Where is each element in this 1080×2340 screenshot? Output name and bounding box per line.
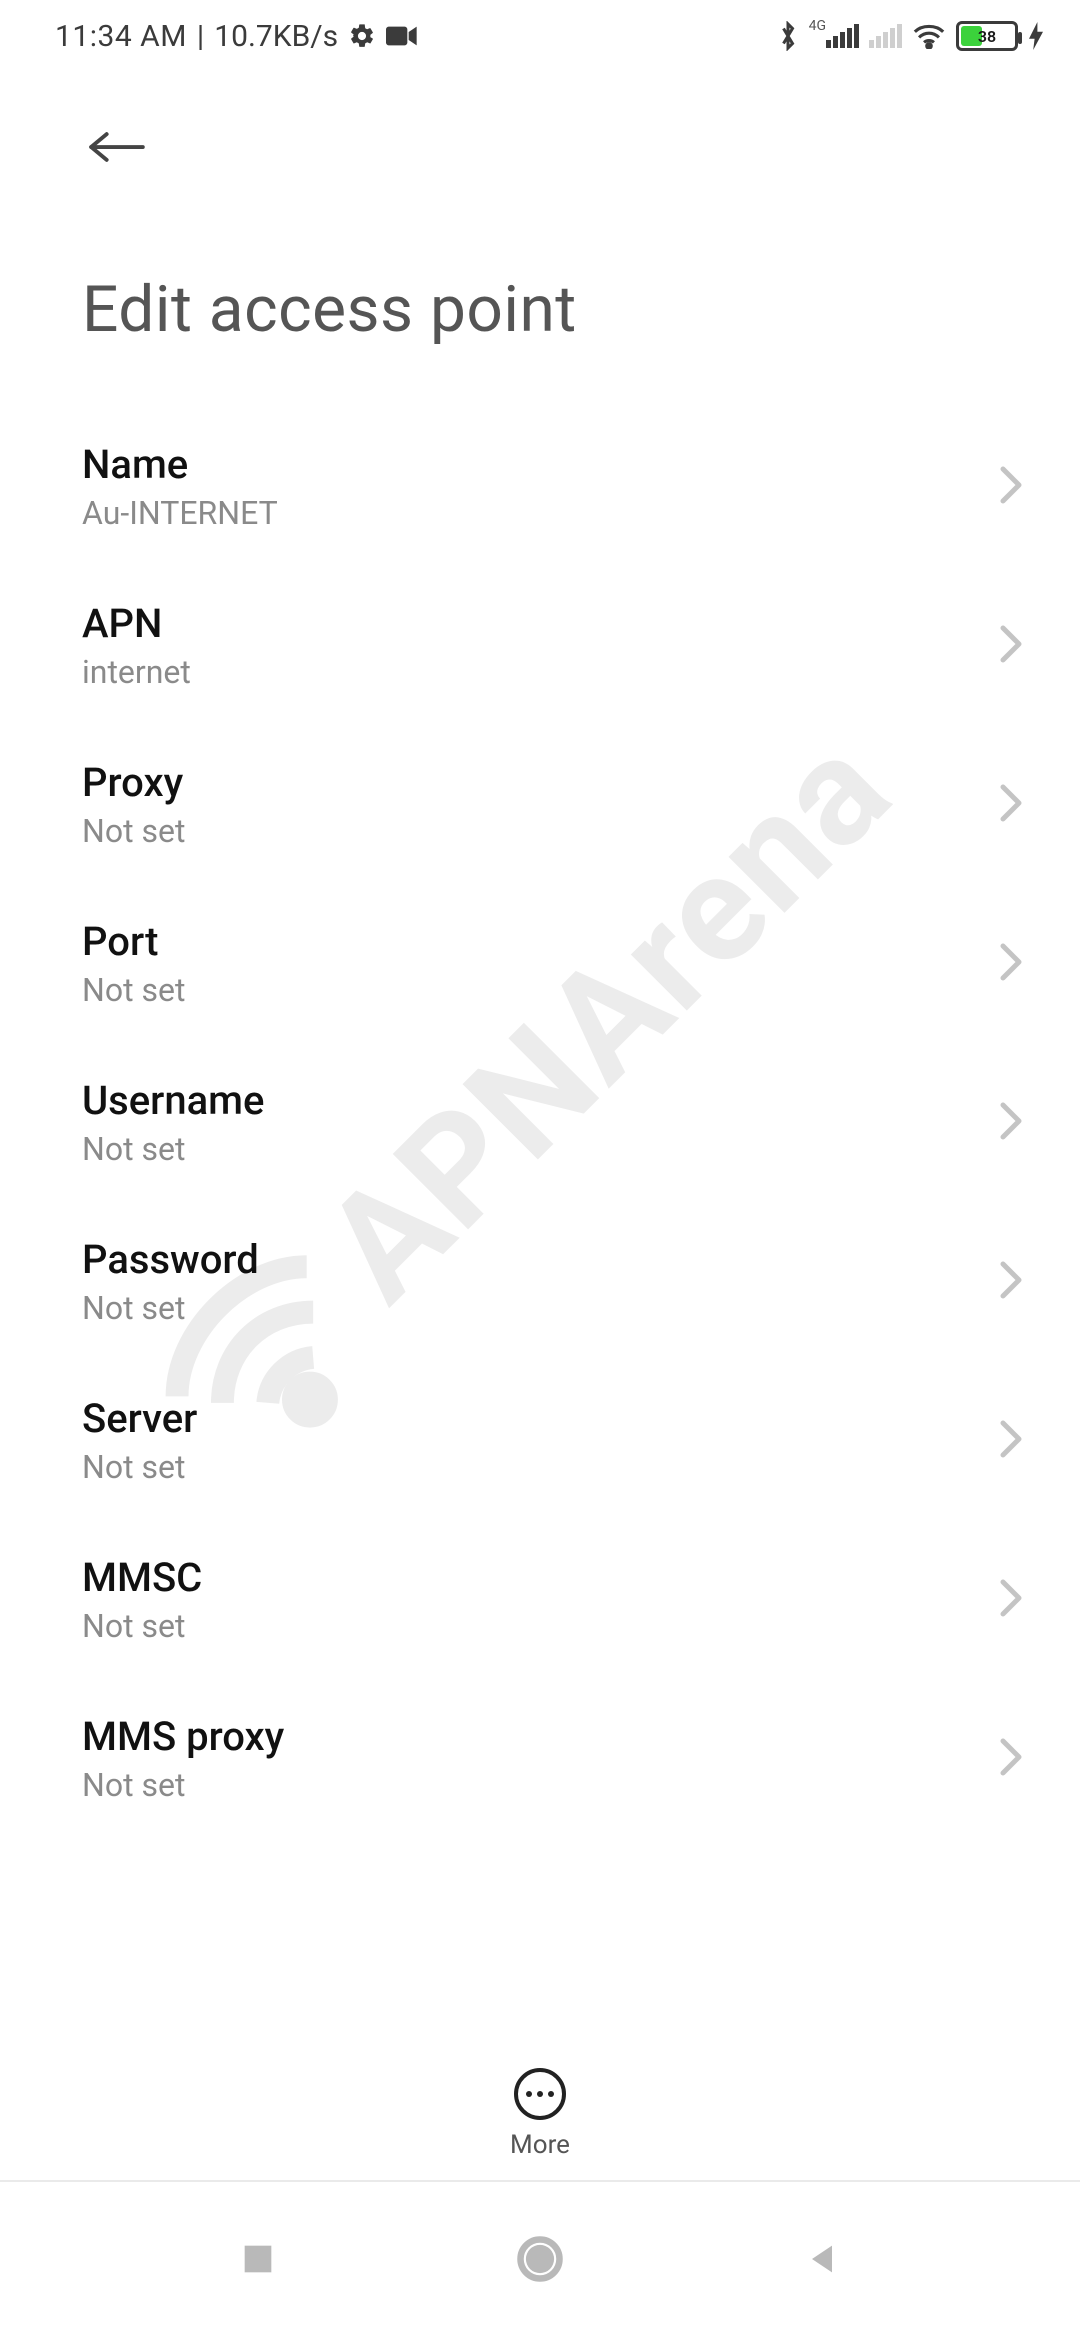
row-text: Proxy Not set — [82, 759, 185, 850]
header — [0, 72, 1080, 202]
row-text: APN internet — [82, 600, 191, 691]
page-title: Edit access point — [0, 202, 1080, 407]
row-text: Server Not set — [82, 1395, 197, 1486]
more-horizontal-icon — [514, 2068, 566, 2120]
bluetooth-icon — [777, 21, 799, 51]
status-separator: | — [197, 19, 204, 54]
battery-icon: 38 — [956, 21, 1018, 51]
back-button[interactable] — [82, 112, 152, 182]
row-label: MMS proxy — [82, 1713, 284, 1760]
nav-recent-button[interactable] — [238, 2239, 278, 2283]
more-label: More — [510, 2130, 570, 2160]
status-time: 11:34 AM — [55, 19, 187, 54]
field-row-mms-proxy[interactable]: MMS proxy Not set — [0, 1679, 1080, 1838]
chevron-right-icon — [997, 1737, 1025, 1781]
chevron-right-icon — [997, 465, 1025, 509]
row-value: internet — [82, 653, 191, 691]
field-row-server[interactable]: Server Not set — [0, 1361, 1080, 1520]
chevron-right-icon — [997, 942, 1025, 986]
arrow-left-icon — [86, 126, 148, 168]
row-label: Name — [82, 441, 278, 488]
signal-nosim-icon — [869, 24, 902, 48]
row-label: Username — [82, 1077, 264, 1124]
field-row-password[interactable]: Password Not set — [0, 1202, 1080, 1361]
row-text: Port Not set — [82, 918, 185, 1009]
row-value: Not set — [82, 1607, 202, 1645]
chevron-right-icon — [997, 1101, 1025, 1145]
row-label: Password — [82, 1236, 259, 1283]
field-row-username[interactable]: Username Not set — [0, 1043, 1080, 1202]
nav-home-button[interactable] — [514, 2233, 566, 2289]
row-value: Au-INTERNET — [82, 494, 278, 532]
row-text: Password Not set — [82, 1236, 259, 1327]
row-value: Not set — [82, 1448, 197, 1486]
status-bar-left: 11:34 AM | 10.7KB/s — [55, 19, 418, 54]
charging-bolt-icon — [1028, 22, 1044, 50]
row-label: Port — [82, 918, 185, 965]
row-text: MMSC Not set — [82, 1554, 202, 1645]
more-bar: More — [0, 2068, 1080, 2160]
video-camera-icon — [386, 25, 418, 47]
row-value: Not set — [82, 1289, 259, 1327]
status-bar-right: 4G 38 — [777, 21, 1044, 51]
row-text: MMS proxy Not set — [82, 1713, 284, 1804]
field-row-proxy[interactable]: Proxy Not set — [0, 725, 1080, 884]
more-button[interactable]: More — [510, 2068, 570, 2160]
system-nav-bar — [0, 2180, 1080, 2340]
row-label: Server — [82, 1395, 197, 1442]
chevron-right-icon — [997, 783, 1025, 827]
row-value: Not set — [82, 1766, 284, 1804]
chevron-right-icon — [997, 1260, 1025, 1304]
row-value: Not set — [82, 812, 185, 850]
field-row-port[interactable]: Port Not set — [0, 884, 1080, 1043]
row-label: Proxy — [82, 759, 185, 806]
settings-list: NameAu-INTERNETAPNinternetProxyNot setPo… — [0, 407, 1080, 2297]
chevron-right-icon — [997, 1578, 1025, 1622]
screen: 11:34 AM | 10.7KB/s 4G — [0, 0, 1080, 2340]
field-row-mmsc[interactable]: MMSC Not set — [0, 1520, 1080, 1679]
field-row-name[interactable]: Name Au-INTERNET — [0, 407, 1080, 566]
status-net-speed: 10.7KB/s — [214, 19, 338, 54]
row-text: Username Not set — [82, 1077, 264, 1168]
status-bar: 11:34 AM | 10.7KB/s 4G — [0, 0, 1080, 72]
gear-icon — [348, 22, 376, 50]
chevron-right-icon — [997, 624, 1025, 668]
wifi-icon — [912, 23, 946, 49]
row-value: Not set — [82, 1130, 264, 1168]
nav-back-button[interactable] — [802, 2239, 842, 2283]
field-row-apn[interactable]: APN internet — [0, 566, 1080, 725]
row-value: Not set — [82, 971, 185, 1009]
chevron-right-icon — [997, 1419, 1025, 1463]
signal-4g-icon: 4G — [809, 24, 859, 48]
row-label: MMSC — [82, 1554, 202, 1601]
row-text: Name Au-INTERNET — [82, 441, 278, 532]
row-label: APN — [82, 600, 191, 647]
